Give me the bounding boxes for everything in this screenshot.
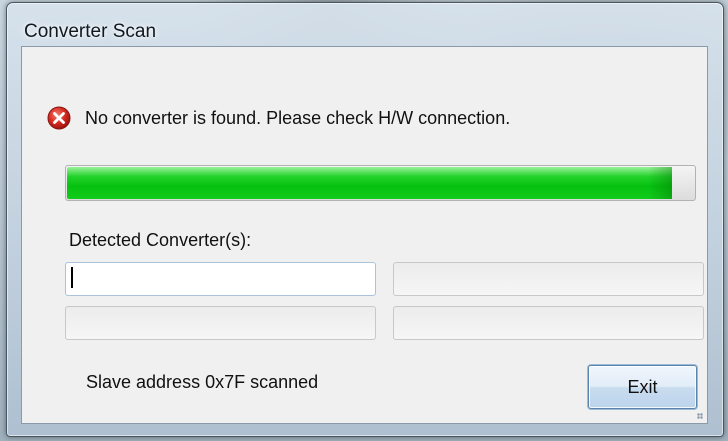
dialog-client-area: No converter is found. Please check H/W …: [21, 46, 708, 424]
converter-scan-window: Converter Scan No converter is found. Pl…: [6, 2, 724, 437]
scan-progress-bar: [65, 165, 696, 201]
progress-fill: [67, 167, 672, 199]
resize-grip[interactable]: [697, 413, 703, 419]
converter-field-1[interactable]: [65, 262, 376, 296]
error-icon: [47, 106, 71, 130]
error-message-text: No converter is found. Please check H/W …: [85, 108, 511, 128]
scan-status-text: Slave address 0x7F scanned: [86, 372, 319, 392]
converter-field-3[interactable]: [65, 306, 376, 340]
converter-field-4[interactable]: [393, 306, 704, 340]
exit-button[interactable]: Exit: [588, 365, 697, 409]
text-caret: [71, 267, 73, 288]
title-bar[interactable]: Converter Scan: [7, 3, 723, 42]
converter-field-2[interactable]: [393, 262, 704, 296]
detected-converters-label: Detected Converter(s):: [69, 230, 252, 250]
window-title: Converter Scan: [24, 21, 157, 42]
